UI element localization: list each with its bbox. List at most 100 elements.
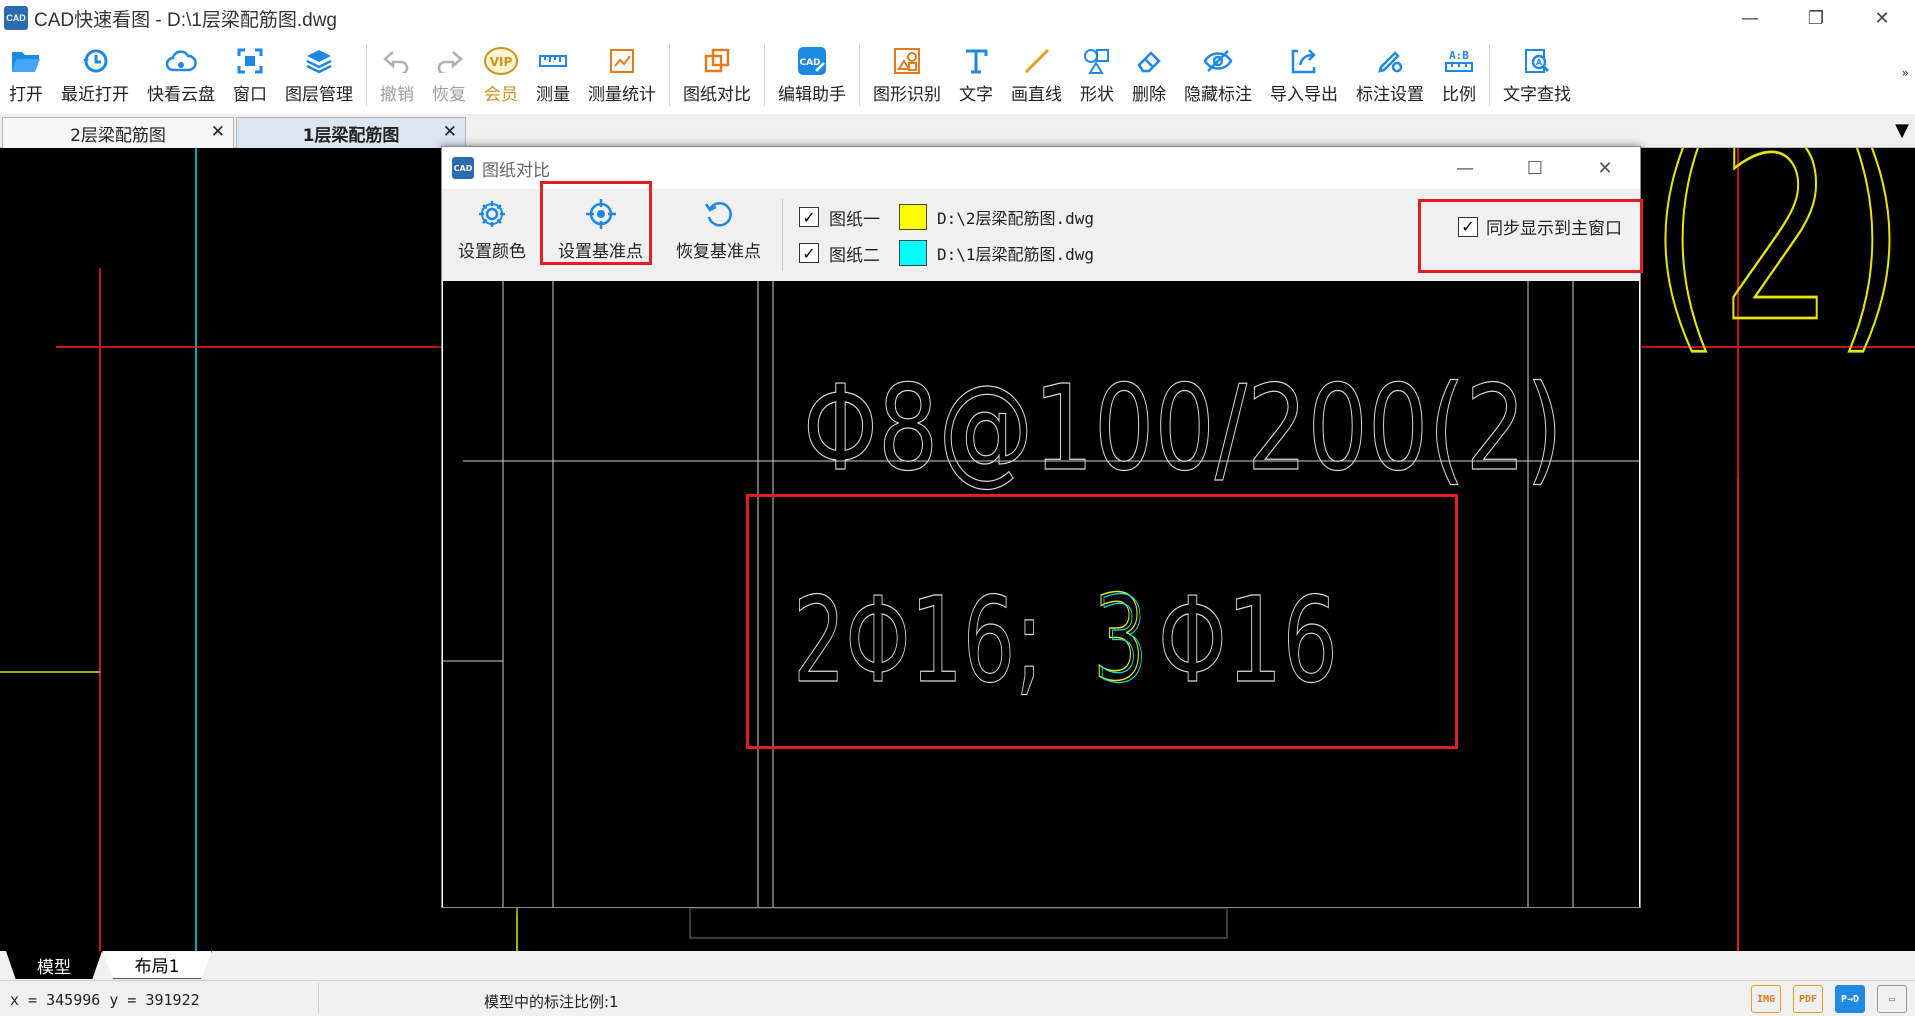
draw-line-button[interactable]: 画直线 xyxy=(1002,36,1071,114)
drawing-row-1: ✓ 图纸一 D:\2层梁配筋图.dwg xyxy=(799,203,1094,231)
edit-assistant-icon: CAD xyxy=(795,44,829,78)
tab-2f-beam[interactable]: 2层梁配筋图 ✕ xyxy=(2,117,234,148)
shapes-label: 形状 xyxy=(1080,85,1114,105)
delete-label: 删除 xyxy=(1132,85,1166,105)
tab-close-icon[interactable]: ✕ xyxy=(211,122,225,142)
cad-app-icon: CAD xyxy=(452,157,474,179)
screen-icon[interactable]: ▭ xyxy=(1877,985,1907,1013)
highlight-sync-option xyxy=(1418,199,1643,273)
tab-label: 1层梁配筋图 xyxy=(302,125,400,146)
layout-tab-bar: 模型 布局1 xyxy=(0,951,1915,980)
highlight-set-base-point xyxy=(540,181,652,265)
annotation-settings-label: 标注设置 xyxy=(1356,85,1424,105)
dialog-minimize-button[interactable]: — xyxy=(1430,147,1500,189)
drawing-1-color-swatch[interactable] xyxy=(899,204,927,230)
cursor-coordinates: x = 345996 y = 391922 xyxy=(10,991,200,1009)
shape-recognize-icon xyxy=(890,44,924,78)
delete-button[interactable]: 删除 xyxy=(1123,36,1175,114)
layer-manage-button[interactable]: 图层管理 xyxy=(276,36,362,114)
text-search-button[interactable]: A 文字查找 xyxy=(1494,36,1580,114)
annotation-settings-button[interactable]: 标注设置 xyxy=(1347,36,1433,114)
folder-open-icon xyxy=(9,44,43,78)
toolbar-separator xyxy=(1489,44,1490,106)
set-color-button[interactable]: 设置颜色 xyxy=(458,197,526,262)
vip-button[interactable]: VIP 会员 xyxy=(475,36,527,114)
dialog-toolbar-separator xyxy=(782,199,783,271)
measure-label: 测量 xyxy=(536,85,570,105)
svg-text:VIP: VIP xyxy=(490,55,513,69)
restore-base-point-label: 恢复基准点 xyxy=(676,242,761,262)
drawing-row-2: ✓ 图纸二 D:\1层梁配筋图.dwg xyxy=(799,239,1094,267)
drawing-2-path: D:\1层梁配筋图.dwg xyxy=(937,245,1095,264)
recent-open-label: 最近打开 xyxy=(61,85,129,105)
tab-1f-beam[interactable]: 1层梁配筋图 ✕ xyxy=(236,117,466,148)
cad-to-pdf-icon[interactable]: P→D xyxy=(1835,985,1865,1013)
document-tab-bar: 2层梁配筋图 ✕ 1层梁配筋图 ✕ ▼ xyxy=(0,114,1915,148)
tab-dropdown-icon[interactable]: ▼ xyxy=(1895,120,1909,141)
app-window: CAD CAD快速看图 - D:\1层梁配筋图.dwg — ❐ ✕ 打开 最近打… xyxy=(0,0,1915,1016)
tab-layout1[interactable]: 布局1 xyxy=(102,951,212,979)
vip-icon: VIP xyxy=(484,44,518,78)
window-button[interactable]: 窗口 xyxy=(224,36,276,114)
shapes-icon xyxy=(1080,44,1114,78)
annotation-scale-text: 模型中的标注比例:1 xyxy=(484,993,619,1011)
shape-recognize-button[interactable]: 图形识别 xyxy=(864,36,950,114)
recent-clock-icon xyxy=(78,44,112,78)
open-button[interactable]: 打开 xyxy=(0,36,52,114)
measure-stats-label: 测量统计 xyxy=(588,85,656,105)
restore-icon xyxy=(702,197,736,231)
measure-stats-button[interactable]: 测量统计 xyxy=(579,36,665,114)
text-button[interactable]: 文字 xyxy=(950,36,1002,114)
window-title: CAD快速看图 - D:\1层梁配筋图.dwg xyxy=(34,9,337,31)
window-label: 窗口 xyxy=(233,85,267,105)
close-button[interactable]: ✕ xyxy=(1849,0,1915,36)
pdf-icon[interactable]: PDF xyxy=(1793,985,1823,1013)
cloud-icon xyxy=(164,44,198,78)
drawing-1-checkbox[interactable]: ✓ xyxy=(799,207,819,227)
undo-button[interactable]: 撤销 xyxy=(371,36,423,114)
tab-model[interactable]: 模型 xyxy=(6,951,102,979)
dialog-maximize-button[interactable]: ☐ xyxy=(1500,147,1570,189)
export-image-icon[interactable]: IMG xyxy=(1751,985,1781,1013)
text-search-label: 文字查找 xyxy=(1503,85,1571,105)
edit-assistant-button[interactable]: CAD 编辑助手 xyxy=(769,36,855,114)
measure-button[interactable]: 测量 xyxy=(527,36,579,114)
scale-button[interactable]: A:B 比例 xyxy=(1433,36,1485,114)
dialog-close-button[interactable]: ✕ xyxy=(1570,147,1640,189)
compare-label: 图纸对比 xyxy=(683,85,751,105)
status-bar: x = 345996 y = 391922 模型中的标注比例:1 IMG PDF… xyxy=(0,980,1915,1016)
highlight-compare-region xyxy=(746,494,1458,749)
window-icon xyxy=(233,44,267,78)
text-label: 文字 xyxy=(959,85,993,105)
import-export-button[interactable]: 导入导出 xyxy=(1261,36,1347,114)
gear-icon xyxy=(475,197,509,231)
hide-eye-icon xyxy=(1201,44,1235,78)
shapes-button[interactable]: 形状 xyxy=(1071,36,1123,114)
tab-close-icon[interactable]: ✕ xyxy=(443,122,457,142)
redo-icon xyxy=(432,44,466,78)
compare-button[interactable]: 图纸对比 xyxy=(674,36,760,114)
restore-button[interactable]: ❐ xyxy=(1783,0,1849,36)
toolbar-more-button[interactable]: » xyxy=(1902,66,1909,80)
status-divider xyxy=(318,983,319,1013)
measure-stats-icon xyxy=(605,44,639,78)
recent-open-button[interactable]: 最近打开 xyxy=(52,36,138,114)
toolbar-separator xyxy=(366,44,367,106)
annotation-settings-icon xyxy=(1373,44,1407,78)
dialog-title: 图纸对比 xyxy=(482,160,550,181)
cloud-drive-button[interactable]: 快看云盘 xyxy=(138,36,224,114)
main-toolbar: 打开 最近打开 快看云盘 窗口 图层管理 撤销 恢复 VIP 会员 测量 测量统… xyxy=(0,36,1915,114)
cad-app-icon: CAD xyxy=(4,6,28,30)
redo-button[interactable]: 恢复 xyxy=(423,36,475,114)
rebar-spec-line1: Φ8@100/200(2) xyxy=(803,359,1563,497)
hide-annotation-button[interactable]: 隐藏标注 xyxy=(1175,36,1261,114)
text-icon xyxy=(959,44,993,78)
import-export-icon xyxy=(1287,44,1321,78)
minimize-button[interactable]: — xyxy=(1717,0,1783,36)
drawing-2-checkbox[interactable]: ✓ xyxy=(799,243,819,263)
drawing-2-color-swatch[interactable] xyxy=(899,240,927,266)
svg-text:A: A xyxy=(1536,58,1543,67)
restore-base-point-button[interactable]: 恢复基准点 xyxy=(676,197,761,262)
line-icon xyxy=(1020,44,1054,78)
shape-recognize-label: 图形识别 xyxy=(873,85,941,105)
